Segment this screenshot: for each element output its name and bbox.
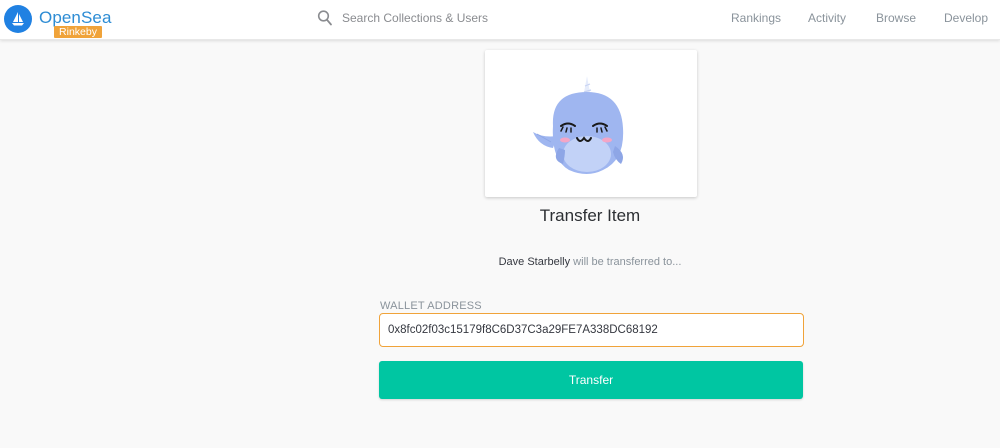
search-icon [317,9,333,27]
transfer-suffix-text: will be transferred to... [570,256,682,268]
brand-home-link[interactable]: OpenSea Rinkeby [4,4,114,38]
nav-browse[interactable]: Browse [876,11,916,25]
search-input[interactable] [342,8,562,28]
item-image-card [485,50,697,197]
narwhal-creature-image [533,76,624,174]
transfer-description: Dave Starbelly will be transferred to... [440,256,740,268]
nav-rankings[interactable]: Rankings [731,11,781,25]
wallet-address-input[interactable] [379,313,804,347]
search-bar [313,8,573,30]
nav-activity[interactable]: Activity [808,11,846,25]
top-navbar: OpenSea Rinkeby Rankings Activity Browse… [0,0,1000,40]
sailboat-icon [4,5,32,33]
item-name: Dave Starbelly [498,256,571,268]
nav-develop[interactable]: Develop [944,11,988,25]
wallet-address-label: WALLET ADDRESS [380,300,482,312]
brand-name: OpenSea [39,8,112,27]
transfer-button[interactable]: Transfer [379,361,803,399]
network-badge: Rinkeby [54,26,102,38]
page-title: Transfer Item [539,206,641,225]
